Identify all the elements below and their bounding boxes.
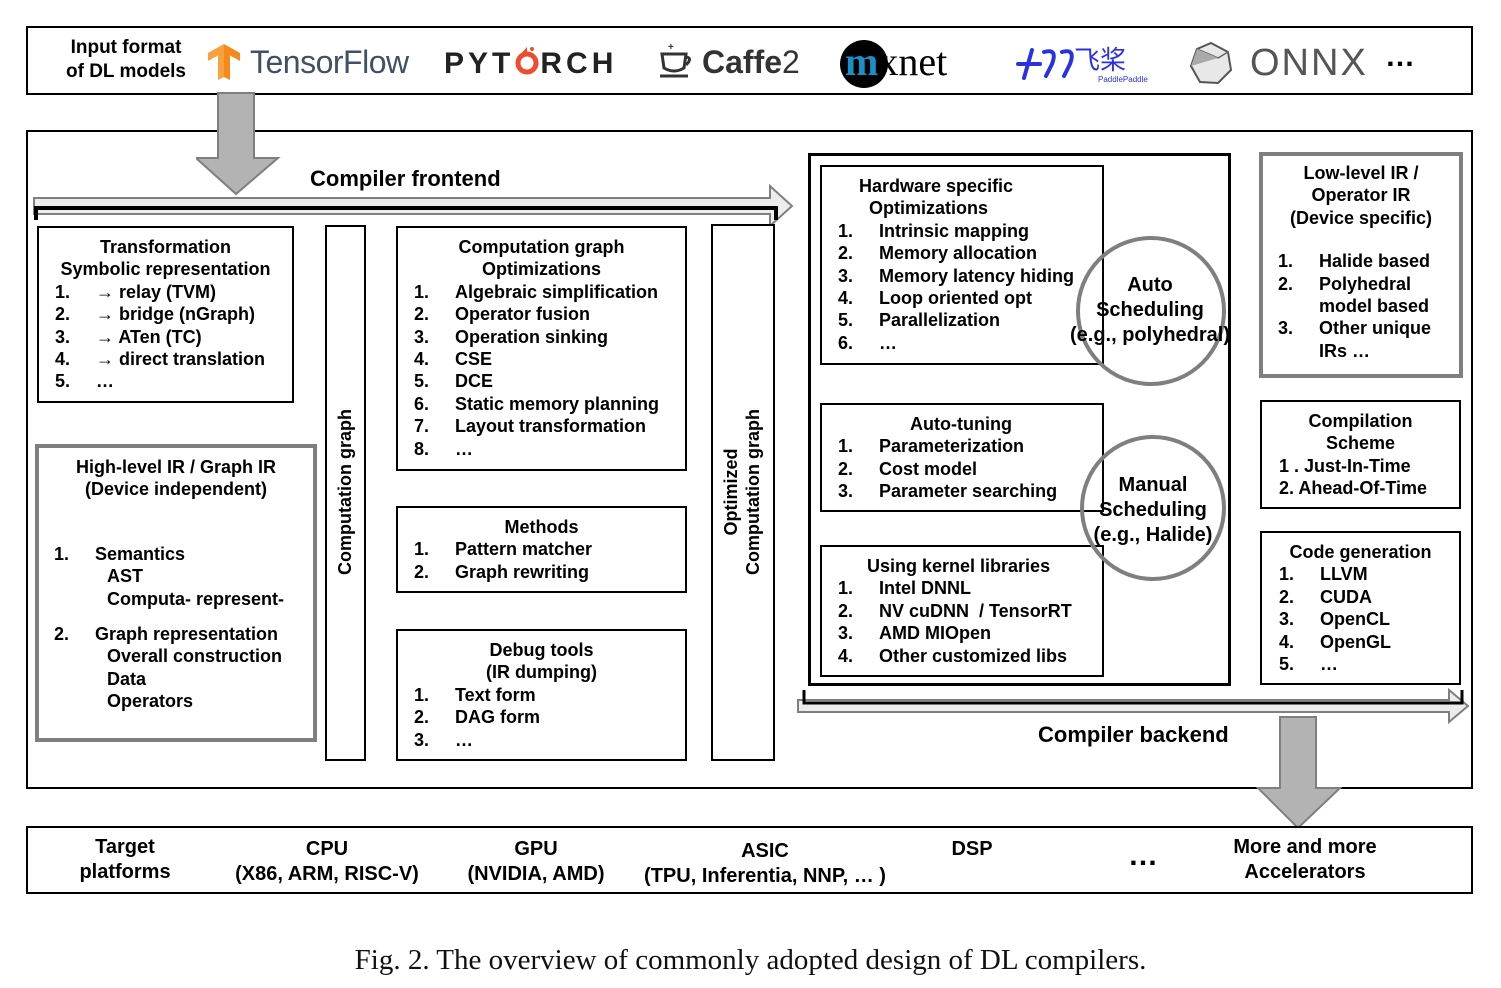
compiler-backend-label: Compiler backend <box>1038 722 1229 747</box>
list-item: 1. Algebraic simplification <box>414 281 659 302</box>
tensorflow-icon <box>208 44 240 80</box>
list-item: 1. Semantics <box>54 543 186 564</box>
list-item: 1. Intel DNNL <box>838 578 971 599</box>
list-item: 2. → bridge (nGraph) <box>55 304 255 325</box>
list-item: 5.… <box>55 371 114 392</box>
platform-dsp: DSP <box>951 838 993 860</box>
platform-accelerators: More and more Accelerators <box>1233 836 1377 883</box>
list-item: 2. Graph representation <box>54 624 279 645</box>
list-item: 1. Text form <box>414 684 536 705</box>
code-generation-list: 1. LLVM 2. CUDA 3. OpenCL 4. OpenGL 5.… <box>1279 563 1459 675</box>
list-item: 8.… <box>414 438 473 459</box>
graph-optimizations-list: 1. Algebraic simplification 2. Operator fu… <box>414 281 685 460</box>
transformation-list: 1. → relay (TVM) 2. → bridge (nGraph) 3. → … <box>55 281 292 393</box>
list-item: 3.… <box>414 729 473 750</box>
high-level-ir-box: High-level IR / Graph IR (Device indepen… <box>35 444 317 742</box>
paddlepaddle-sublabel: PaddlePaddle <box>1098 75 1148 84</box>
figure-caption: Fig. 2. The overview of commonly adopted… <box>354 944 1147 976</box>
compiler-frontend-label: Compiler frontend <box>310 166 501 191</box>
list-item: 2. Graph rewriting <box>414 561 590 582</box>
computation-graph-label: Computation graph <box>335 409 355 575</box>
pytorch-logo: PYT RCH <box>444 47 617 81</box>
code-generation-box: Code generation 1. LLVM 2. CUDA 3. OpenCL 4… <box>1260 531 1461 685</box>
methods-list: 1. Pattern matcher 2. Graph rewriting <box>414 538 685 583</box>
onnx-logo: ONNX <box>1250 42 1368 84</box>
transformation-box: Transformation Symbolic representation 1… <box>37 226 294 403</box>
list-item: 1. Halide based <box>1278 251 1431 272</box>
kernel-libraries-box: Using kernel libraries 1. Intel DNNL 2. NV… <box>820 545 1104 677</box>
graph-optimizations-box: Computation graph Optimizations 1. Algebr… <box>396 226 687 471</box>
auto-scheduling-label: Auto Scheduling (e.g., polyhedral) <box>1069 274 1231 346</box>
list-item: 2. Memory allocation <box>838 243 1038 264</box>
list-item: 1. Pattern matcher <box>414 539 593 560</box>
list-item: 6. Static memory planning <box>414 393 660 414</box>
list-item: 4. CSE <box>414 349 493 370</box>
pytorch-flame-icon <box>515 47 539 75</box>
platform-cpu: CPU (X86, ARM, RISC-V) <box>235 838 419 885</box>
list-item: 2. NV cuDNN / TensorRT <box>838 600 1072 621</box>
platform-more-ellipsis: … <box>1128 839 1158 872</box>
optimized-graph-label: Optimized Computation graph <box>721 409 763 575</box>
paddlepaddle-logo: 飞桨 <box>1074 46 1127 76</box>
platform-gpu: GPU (NVIDIA, AMD) <box>467 838 605 885</box>
compilation-scheme-box: Compilation Scheme 1 . Just-In-Time 2. A… <box>1260 400 1461 509</box>
kernel-libraries-list: 1. Intel DNNL 2. NV cuDNN / TensorRT 3. AMD… <box>838 577 1102 667</box>
list-item: 3. OpenCL <box>1279 609 1390 630</box>
list-item: 7. Layout transformation <box>414 416 647 437</box>
list-item: 1. Parameterization <box>838 436 1025 457</box>
high-level-ir-list: 1. Semantics AST Computa- represent- 2. Gr… <box>54 543 313 713</box>
low-level-ir-list: 1. Halide based 2. Polyhedral model based … <box>1278 250 1459 362</box>
list-item: 2. CUDA <box>1279 586 1372 607</box>
list-item: 3. Operation sinking <box>414 326 609 347</box>
debug-tools-list: 1. Text form 2. DAG form 3.… <box>414 684 685 751</box>
caffe2-cup-icon: + <box>660 42 691 78</box>
onnx-icon <box>1189 41 1233 85</box>
target-platforms-label: Target platforms <box>79 836 171 883</box>
list-item: 2. DAG form <box>414 707 540 728</box>
output-down-arrow <box>1256 716 1342 830</box>
svg-text:+: + <box>668 42 674 53</box>
list-item: 4. OpenGL <box>1279 631 1391 652</box>
more-frameworks-ellipsis: … <box>1385 40 1415 73</box>
caffe2-logo: Caffe2 <box>702 44 800 80</box>
list-item: 2. Operator fusion <box>414 304 591 325</box>
list-item: 5. DCE <box>414 371 494 392</box>
list-item: 4. Other customized libs <box>838 645 1068 666</box>
platform-asic: ASIC (TPU, Inferentia, NNP, … ) <box>644 840 886 887</box>
methods-box: Methods 1. Pattern matcher 2. Graph rewrit… <box>396 506 687 593</box>
input-format-label: Input format of DL models <box>66 37 186 82</box>
debug-tools-box: Debug tools (IR dumping) 1. Text form 2. D… <box>396 629 687 761</box>
list-item: 1. LLVM <box>1279 564 1368 585</box>
list-item: 1. → relay (TVM) <box>55 281 217 302</box>
list-item: 3. Other unique <box>1278 318 1431 339</box>
list-item: 1. Intrinsic mapping <box>838 220 1030 241</box>
list-item: 3. → ATen (TC) <box>55 326 202 347</box>
list-item: 4. → direct translation <box>55 349 266 370</box>
list-item: 1 . Just-In-Time <box>1279 455 1411 476</box>
mxnet-logo: mxnet <box>845 39 948 84</box>
auto-tuning-box: Auto-tuning 1. Parameterization 2. Cost mo… <box>820 403 1104 512</box>
list-item: 5.… <box>1279 654 1338 675</box>
tensorflow-logo: TensorFlow <box>250 44 409 80</box>
list-item: 2. Ahead-Of-Time <box>1279 478 1428 499</box>
manual-scheduling-label: Manual Scheduling (e.g., Halide) <box>1093 474 1213 546</box>
list-item: 3. AMD MIOpen <box>838 623 991 644</box>
low-level-ir-box: Low-level IR / Operator IR (Device speci… <box>1259 152 1463 378</box>
list-item: 2. Polyhedral <box>1278 273 1412 294</box>
